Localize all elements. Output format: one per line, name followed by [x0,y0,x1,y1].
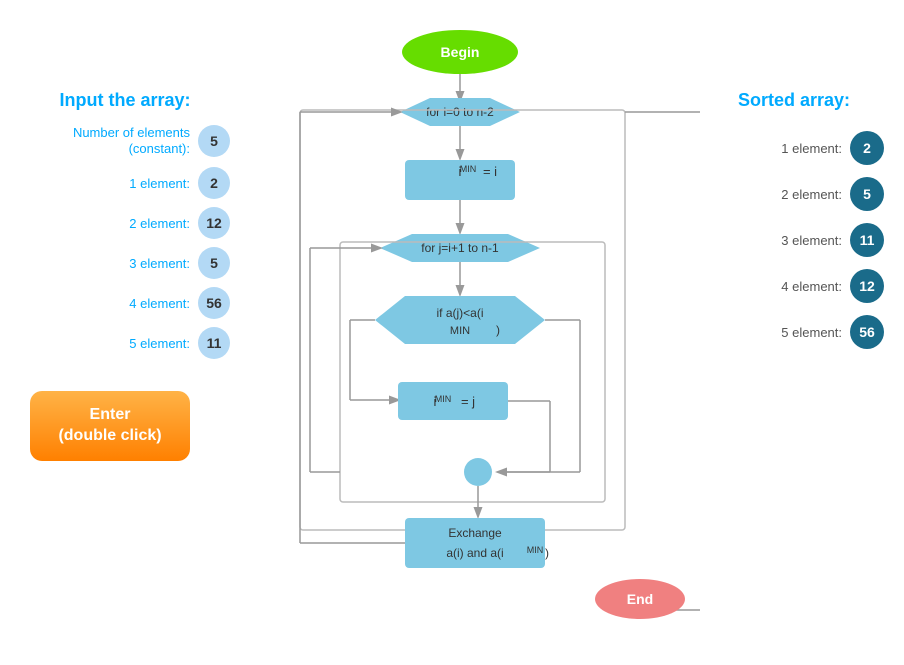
element-label-3: 3 element: [129,256,190,271]
sorted-row-3: 3 element: 11 [704,223,884,257]
connector-circle [464,458,492,486]
right-panel: Sorted array: 1 element: 2 2 element: 5 … [704,90,884,361]
begin-label: Begin [441,44,480,60]
element-row-1: 1 element: 2 [20,167,230,199]
input-array-title: Input the array: [20,90,230,111]
element-row-4: 4 element: 56 [20,287,230,319]
num-elements-row: Number of elements(constant): 5 [20,125,230,157]
num-elements-label: Number of elements(constant): [73,125,190,156]
element-label-1: 1 element: [129,176,190,191]
if-label-3: ) [496,323,500,337]
sorted-row-5: 5 element: 56 [704,315,884,349]
imin-j-shape [398,382,508,420]
sorted-label-3: 3 element: [781,233,842,248]
element-label-5: 5 element: [129,336,190,351]
end-svg: End [590,576,690,622]
element-label-4: 4 element: [129,296,190,311]
enter-button[interactable]: Enter(double click) [30,391,190,461]
element-row-2: 2 element: 12 [20,207,230,239]
end-label: End [627,591,653,607]
exchange-subscript: MIN [527,545,544,555]
imin-j-subscript: MIN [435,394,452,404]
flowchart: Begin for i=0 to n-2 i MIN = i for j=i+1… [220,10,700,660]
sorted-row-4: 4 element: 12 [704,269,884,303]
sorted-row-1: 1 element: 2 [704,131,884,165]
imin-j-eq: = j [461,394,475,409]
exchange-label-2: a(i) and a(i [446,546,503,560]
element-row-3: 3 element: 5 [20,247,230,279]
sorted-value-4: 12 [850,269,884,303]
sorted-label-5: 5 element: [781,325,842,340]
sorted-value-3: 11 [850,223,884,257]
outer-loop-label: for i=0 to n-2 [426,105,494,119]
sorted-array-title: Sorted array: [704,90,884,111]
element-label-2: 2 element: [129,216,190,231]
sorted-row-2: 2 element: 5 [704,177,884,211]
sorted-label-2: 2 element: [781,187,842,202]
sorted-label-1: 1 element: [781,141,842,156]
sorted-label-4: 4 element: [781,279,842,294]
imin-i-eq: = i [483,164,497,179]
sorted-value-2: 5 [850,177,884,211]
sorted-value-1: 2 [850,131,884,165]
inner-loop-label: for j=i+1 to n-1 [421,241,499,255]
left-panel: Input the array: Number of elements(cons… [20,90,230,461]
if-label-2: MIN [450,325,470,337]
imin-i-subscript: MIN [460,164,477,174]
element-row-5: 5 element: 11 [20,327,230,359]
sorted-value-5: 56 [850,315,884,349]
flowchart-svg: Begin for i=0 to n-2 i MIN = i for j=i+1… [220,10,700,660]
exchange-paren: ) [545,546,549,560]
if-label-1: if a(j)<a(i [436,306,483,320]
exchange-label-1: Exchange [448,526,502,540]
end-container: End [590,576,690,627]
